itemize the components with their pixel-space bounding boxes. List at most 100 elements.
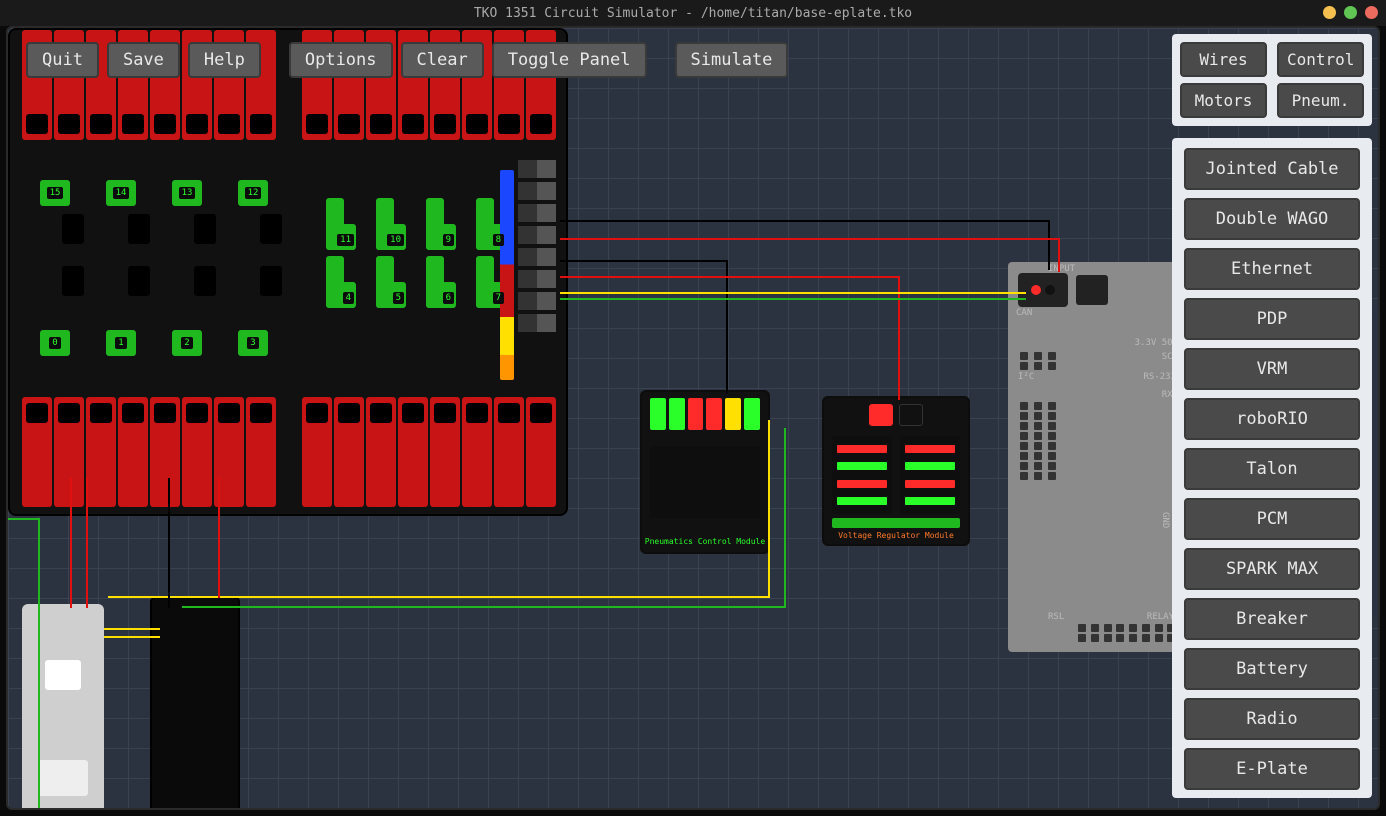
pcm-port[interactable] (744, 398, 760, 430)
part-ethernet[interactable]: Ethernet (1184, 248, 1360, 290)
part-vrm[interactable]: VRM (1184, 348, 1360, 390)
wire-red[interactable] (560, 238, 1060, 240)
part-jointed-cable[interactable]: Jointed Cable (1184, 148, 1360, 190)
pdp-side-pin[interactable] (518, 270, 556, 288)
pdp-slot[interactable] (194, 214, 216, 244)
pdp-side-pin[interactable] (518, 160, 556, 178)
rio-pin-grid[interactable] (1020, 352, 1060, 370)
canvas-workarea[interactable]: Quit Save Help Options Clear Toggle Pane… (6, 26, 1380, 810)
pdp-port-14[interactable]: 14 (106, 180, 136, 206)
roborio-component[interactable]: INPUT CAN 3.3V 50A SCL I²C RS-232 RXD GN… (1008, 262, 1188, 652)
pdp-terminal[interactable] (86, 397, 116, 507)
pdp-terminal[interactable] (494, 397, 524, 507)
part-pdp[interactable]: PDP (1184, 298, 1360, 340)
part-roborio[interactable]: roboRIO (1184, 398, 1360, 440)
pdp-port-15[interactable]: 15 (40, 180, 70, 206)
pdp-terminal[interactable] (398, 397, 428, 507)
toggle-panel-button[interactable]: Toggle Panel (492, 42, 647, 78)
battery-component[interactable] (150, 596, 240, 810)
pdp-port-2[interactable]: 2 (172, 330, 202, 356)
wire-green[interactable] (560, 298, 1026, 300)
pdp-side-pin[interactable] (518, 292, 556, 310)
pdp-port-10[interactable]: 10 (376, 198, 406, 250)
pdp-slot[interactable] (260, 266, 282, 296)
part-talon[interactable]: Talon (1184, 448, 1360, 490)
pdp-port-5[interactable]: 5 (376, 256, 406, 308)
wire-red[interactable] (560, 276, 900, 278)
pdp-terminal[interactable] (150, 397, 180, 507)
pdp-slot[interactable] (62, 214, 84, 244)
pdp-terminal[interactable] (334, 397, 364, 507)
wire-black[interactable] (560, 260, 728, 262)
vrm-col[interactable] (832, 436, 892, 514)
part-battery[interactable]: Battery (1184, 648, 1360, 690)
pdp-terminal[interactable] (54, 397, 84, 507)
pdp-slot[interactable] (128, 266, 150, 296)
part-eplate[interactable]: E-Plate (1184, 748, 1360, 790)
pdp-port-12[interactable]: 12 (238, 180, 268, 206)
pdp-port-11[interactable]: 11 (326, 198, 356, 250)
pdp-terminal[interactable] (462, 397, 492, 507)
pdp-side-pin[interactable] (518, 248, 556, 266)
tab-motors[interactable]: Motors (1180, 83, 1267, 118)
simulate-button[interactable]: Simulate (675, 42, 789, 78)
vrm-neg-icon[interactable] (899, 404, 923, 426)
tab-pneum[interactable]: Pneum. (1277, 83, 1364, 118)
pdp-terminal[interactable] (366, 397, 396, 507)
pcm-component[interactable]: Pneumatics Control Module (640, 390, 770, 554)
help-button[interactable]: Help (188, 42, 261, 78)
vrm-col[interactable] (900, 436, 960, 514)
pdp-terminal[interactable] (118, 397, 148, 507)
pdp-terminal[interactable] (246, 397, 276, 507)
pdp-port-1[interactable]: 1 (106, 330, 136, 356)
part-double-wago[interactable]: Double WAGO (1184, 198, 1360, 240)
pdp-terminal[interactable] (430, 397, 460, 507)
breaker-plug[interactable] (45, 660, 81, 690)
save-button[interactable]: Save (107, 42, 180, 78)
rio-pin-grid[interactable] (1020, 402, 1060, 480)
pdp-slot[interactable] (62, 266, 84, 296)
wire-black[interactable] (560, 220, 1050, 222)
maximize-icon[interactable] (1344, 6, 1357, 19)
pdp-port-9[interactable]: 9 (426, 198, 456, 250)
pdp-slot[interactable] (194, 266, 216, 296)
pdp-port-13[interactable]: 13 (172, 180, 202, 206)
wire-green[interactable] (8, 518, 38, 520)
rio-usb-port[interactable] (1076, 275, 1108, 305)
pdp-side-pin[interactable] (518, 226, 556, 244)
pdp-terminal[interactable] (214, 397, 244, 507)
pcm-port[interactable] (688, 398, 704, 430)
quit-button[interactable]: Quit (26, 42, 99, 78)
part-spark-max[interactable]: SPARK MAX (1184, 548, 1360, 590)
pdp-port-3[interactable]: 3 (238, 330, 268, 356)
pdp-side-pin[interactable] (518, 182, 556, 200)
close-icon[interactable] (1365, 6, 1378, 19)
vrm-pos-icon[interactable] (869, 404, 893, 426)
pcm-port[interactable] (650, 398, 666, 430)
wire-black[interactable] (726, 260, 728, 394)
pdp-side-pin[interactable] (518, 314, 556, 332)
pdp-slot[interactable] (260, 214, 282, 244)
pcm-port[interactable] (725, 398, 741, 430)
tab-control[interactable]: Control (1277, 42, 1364, 77)
pdp-slot[interactable] (128, 214, 150, 244)
pdp-component[interactable]: 15 14 13 12 11 10 9 8 4 5 6 7 0 1 2 3 (8, 28, 568, 516)
pcm-port[interactable] (706, 398, 722, 430)
clear-button[interactable]: Clear (401, 42, 484, 78)
wire-green[interactable] (784, 428, 786, 608)
pdp-terminal[interactable] (302, 397, 332, 507)
part-breaker[interactable]: Breaker (1184, 598, 1360, 640)
pdp-terminal[interactable] (182, 397, 212, 507)
wire-green[interactable] (182, 606, 786, 608)
part-radio[interactable]: Radio (1184, 698, 1360, 740)
wire-red[interactable] (898, 276, 900, 400)
breaker-component[interactable] (22, 604, 104, 810)
vrm-component[interactable]: Voltage Regulator Module (822, 396, 970, 546)
rio-pin-grid[interactable] (1078, 624, 1178, 642)
breaker-switch[interactable] (38, 760, 88, 796)
pdp-side-pin[interactable] (518, 204, 556, 222)
pdp-port-6[interactable]: 6 (426, 256, 456, 308)
pdp-terminal[interactable] (22, 397, 52, 507)
pdp-port-0[interactable]: 0 (40, 330, 70, 356)
part-pcm[interactable]: PCM (1184, 498, 1360, 540)
